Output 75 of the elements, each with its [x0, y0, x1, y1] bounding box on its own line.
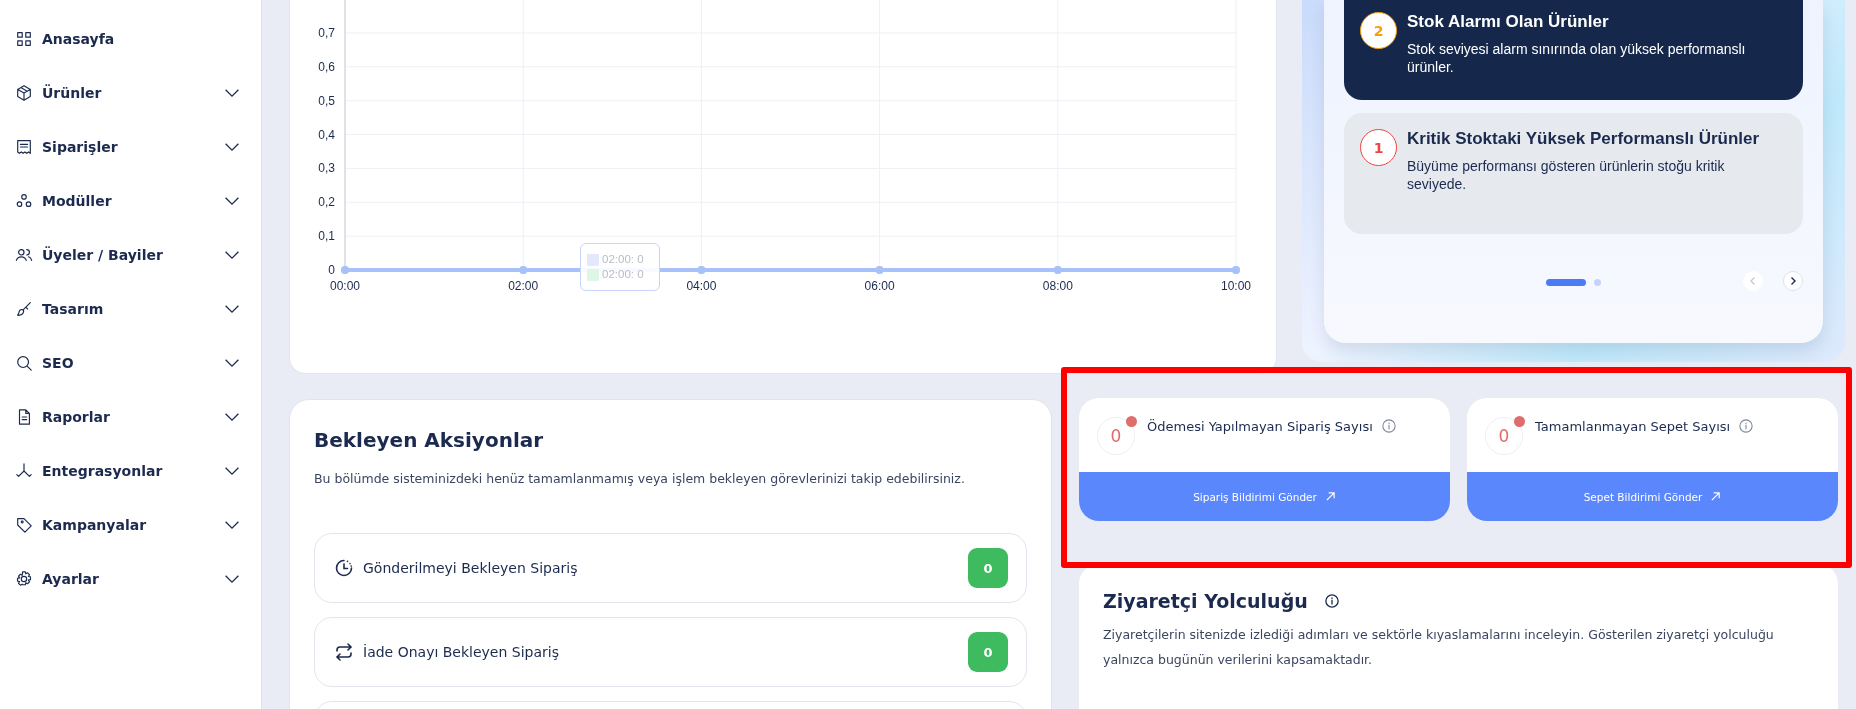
grid-icon	[15, 30, 33, 48]
insight-description: Büyüme performansı gösteren ürünlerin stoğu kritik seviyede.	[1407, 157, 1726, 193]
clock-icon	[334, 558, 354, 578]
axis-label: 10:00	[1221, 279, 1251, 293]
arrow-up-right-icon	[1710, 491, 1722, 502]
axis-label: 0,5	[318, 93, 335, 108]
count-badge: 0	[968, 548, 1008, 588]
settings-icon	[15, 570, 33, 588]
axis-label: 04:00	[686, 279, 717, 293]
pending-action-row[interactable]: Gönderilmeyi Bekleyen Sipariş 0	[314, 533, 1027, 603]
axis-label: 0,2	[318, 195, 335, 210]
axis-label: 0,1	[318, 229, 335, 244]
action-label: İade Onayı Bekleyen Sipariş	[363, 644, 560, 660]
box-icon	[15, 84, 33, 102]
arrow-up-right-icon	[1324, 491, 1336, 502]
users-icon	[15, 246, 33, 264]
stat-title: Ödemesi Yapılmayan Sipariş Sayısı	[1147, 419, 1373, 434]
sidebar-item[interactable]: Kampanyalar	[0, 498, 261, 552]
tooltip-text: 02:00: 0	[602, 252, 644, 267]
sidebar-item[interactable]: Anasayfa	[0, 12, 261, 66]
axis-label: 0,7	[318, 25, 335, 40]
arrows-icon	[334, 642, 354, 662]
chevron-down-icon	[224, 142, 240, 152]
insight-title: Stok Alarmı Olan Ürünler	[1407, 12, 1610, 32]
axis-label: 08:00	[1042, 279, 1073, 293]
chevron-down-icon	[224, 250, 240, 260]
insight-title: Kritik Stoktaki Yüksek Performanslı Ürünler	[1407, 129, 1761, 149]
count-badge: 0	[968, 632, 1008, 672]
rank-badge: 1	[1360, 129, 1397, 166]
chevron-down-icon	[224, 196, 240, 206]
sidebar-item[interactable]: Tasarım	[0, 282, 261, 336]
sidebar-item[interactable]: Raporlar	[0, 390, 261, 444]
axis-label: 00:00	[330, 279, 360, 293]
circles-icon	[15, 192, 33, 210]
section-title: Ziyaretçi Yolculuğu	[1103, 590, 1308, 612]
section-description: Bu bölümde sisteminizdeki henüz tamamlanmamış veya işlem bekleyen görevlerinizi takip edebilirsiniz.	[314, 470, 966, 488]
insight-description: Stok seviyesi alarm sınırında olan yüksek performanslı ürünler.	[1407, 40, 1747, 76]
axis-label: 0,4	[318, 127, 335, 142]
axis-label: 02:00	[508, 279, 539, 293]
fork-icon	[15, 462, 33, 480]
sidebar-item[interactable]: Modüller	[0, 174, 261, 228]
action-label: Gönderilmeyi Bekleyen Sipariş	[363, 560, 579, 576]
chevron-left-icon	[1748, 276, 1758, 286]
brush-icon	[15, 300, 33, 318]
sidebar-item[interactable]: SEO	[0, 336, 261, 390]
chevron-down-icon	[224, 466, 240, 476]
chevron-down-icon	[224, 412, 240, 422]
next-button[interactable]	[1783, 271, 1803, 291]
info-icon[interactable]	[1324, 594, 1339, 608]
section-title: Bekleyen Aksiyonlar	[314, 428, 545, 452]
sidebar-item[interactable]: Ayarlar	[0, 552, 261, 606]
sidebar-item[interactable]: Ürünler	[0, 66, 261, 120]
section-description: Ziyaretçilerin sitenizde izlediği adımları ve sektörle kıyaslamalarını inceleyin. Gösterilen ziyaretçi yolculuğu yalnızca bugünün verilerini kapsamaktadır.	[1103, 626, 1775, 669]
chevron-down-icon	[224, 88, 240, 98]
search-icon	[15, 354, 33, 372]
rank-badge: 2	[1360, 12, 1397, 49]
sidebar-item[interactable]: Siparişler	[0, 120, 261, 174]
receipt-icon	[15, 138, 33, 156]
chevron-right-icon	[1788, 276, 1798, 286]
tag-icon	[15, 516, 33, 534]
chevron-down-icon	[224, 520, 240, 530]
chevron-down-icon	[224, 358, 240, 368]
carousel-dot[interactable]	[1594, 278, 1601, 286]
axis-label: 0,3	[318, 161, 335, 176]
chevron-down-icon	[224, 574, 240, 584]
insight-card[interactable]: 2 Stok Alarmı Olan Ürünler Stok seviyesi alarm sınırında olan yüksek performanslı ürünler.	[1344, 0, 1803, 100]
sidebar-item[interactable]: Üyeler / Bayiler	[0, 228, 261, 282]
pending-action-row[interactable]: İade Onayı Bekleyen Sipariş 0	[314, 617, 1027, 687]
stat-title: Tamamlanmayan Sepet Sayısı	[1535, 419, 1731, 434]
axis-label: 0,6	[318, 59, 335, 74]
sidebar-item[interactable]: Entegrasyonlar	[0, 444, 261, 498]
axis-label: 0	[328, 263, 335, 277]
axis-label: 06:00	[864, 279, 895, 293]
insight-card[interactable]: 1 Kritik Stoktaki Yüksek Performanslı Ürünler Büyüme performansı gösteren ürünlerin stoğu kritik seviyede.	[1344, 113, 1803, 234]
chevron-down-icon	[224, 304, 240, 314]
